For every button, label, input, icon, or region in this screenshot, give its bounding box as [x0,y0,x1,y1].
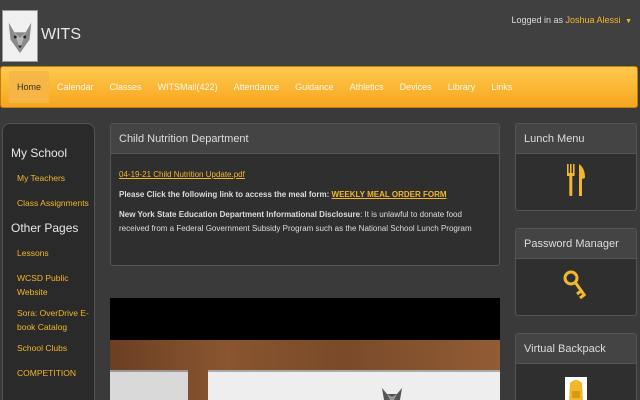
password-manager-title: Password Manager [516,229,636,259]
nav-home[interactable]: Home [9,71,50,103]
nav-classes[interactable]: Classes [102,67,150,107]
panel-body: 04-19-21 Child Nutrition Update.pdf Plea… [111,154,499,256]
pdf-link[interactable]: 04-19-21 Child Nutrition Update.pdf [119,168,491,182]
lunch-menu-title: Lunch Menu [516,124,636,154]
logged-in-label: Logged in as [511,15,563,25]
my-school-heading: My School [11,146,68,160]
backpack-icon[interactable] [516,364,636,400]
sidebar-item-competition[interactable]: COMPETITION [3,366,93,380]
sidebar: My School My Teachers Class Assignments … [2,123,95,400]
virtual-backpack-title: Virtual Backpack [516,334,636,364]
nav-attendance[interactable]: Attendance [226,67,288,107]
book-right-page [208,370,500,400]
caret-down-icon[interactable]: ▼ [625,18,632,25]
key-icon[interactable] [516,259,636,311]
sidebar-item-sora[interactable]: Sora: OverDrive E-book Catalog [3,306,93,334]
banner-image [110,298,500,400]
child-nutrition-panel: Child Nutrition Department 04-19-21 Chil… [110,123,500,266]
fork-knife-icon[interactable] [516,154,636,206]
nav-devices[interactable]: Devices [392,67,440,107]
nav-witsmail[interactable]: WITSMail(422) [150,67,226,107]
other-pages-heading: Other Pages [11,221,79,235]
virtual-backpack-panel[interactable]: Virtual Backpack [515,333,637,400]
password-manager-panel[interactable]: Password Manager [515,228,637,316]
header: WITS Logged in as Joshua Alessi ▼ [0,0,640,66]
sidebar-item-class-assignments[interactable]: Class Assignments [3,196,93,210]
nav-library[interactable]: Library [440,67,484,107]
sidebar-item-wcsd-website[interactable]: WCSD Public Website [3,271,93,299]
wolf-mini-logo [382,388,402,400]
main-nav: Home Calendar Classes WITSMail(422) Atte… [0,66,638,108]
nav-guidance[interactable]: Guidance [287,67,342,107]
sidebar-item-school-clubs[interactable]: School Clubs [3,341,93,355]
login-status: Logged in as Joshua Alessi ▼ [511,15,632,25]
nav-links[interactable]: Links [483,67,520,107]
book-left-page [110,370,188,400]
brand-title: WITS [41,26,81,43]
disclosure-label: New York State Education Department Info… [119,210,361,219]
panel-title: Child Nutrition Department [111,124,499,154]
user-menu-link[interactable]: Joshua Alessi [566,15,621,25]
sidebar-item-lessons[interactable]: Lessons [3,246,93,260]
sidebar-item-my-teachers[interactable]: My Teachers [3,171,93,185]
instruction-text: Please Click the following link to acces… [119,190,330,199]
nav-calendar[interactable]: Calendar [49,67,102,107]
wolf-logo[interactable] [2,10,38,62]
meal-form-link[interactable]: WEEKLY MEAL ORDER FORM [332,190,447,199]
nav-athletics[interactable]: Athletics [342,67,392,107]
lunch-menu-panel[interactable]: Lunch Menu [515,123,637,211]
